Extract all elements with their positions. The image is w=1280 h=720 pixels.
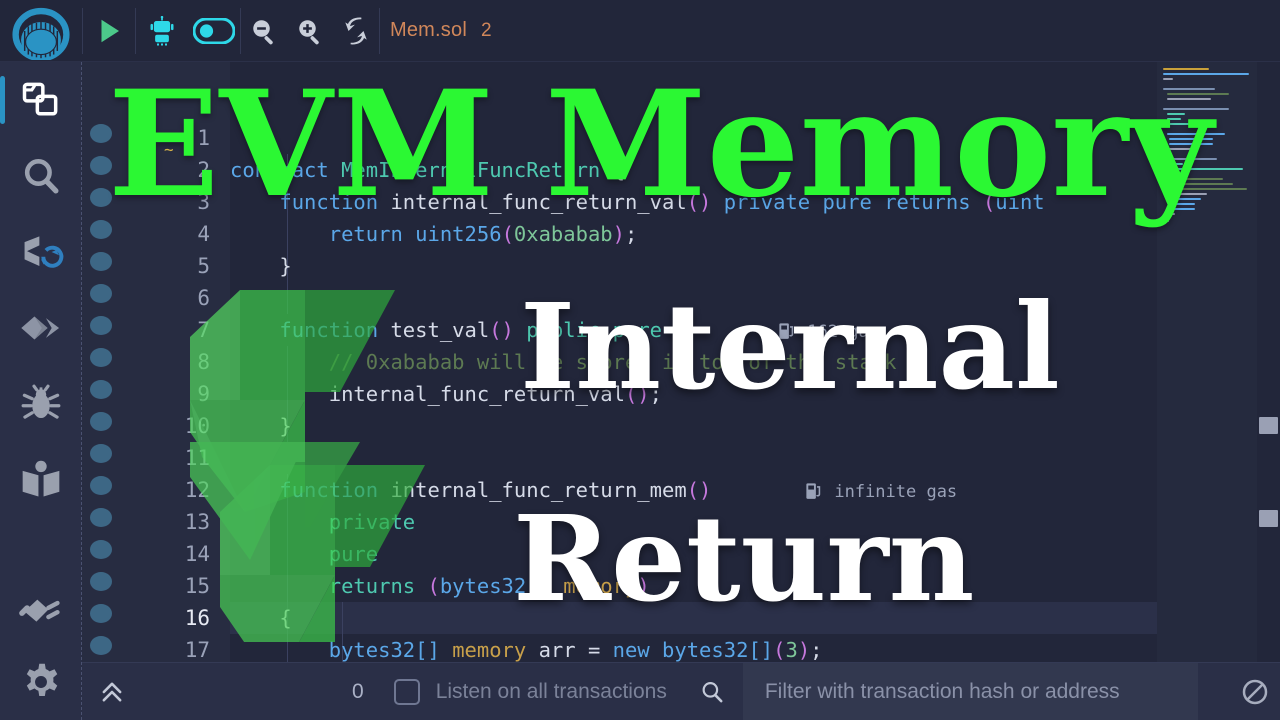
gas-estimate-badge: 162 gas (778, 314, 879, 346)
editor-scrollbar[interactable] (1257, 62, 1280, 662)
open-file-count: 2 (480, 19, 492, 41)
sidebar-item-documentation[interactable] (0, 442, 82, 518)
robot-icon[interactable] (136, 0, 188, 62)
remix-logo-icon[interactable] (0, 0, 82, 62)
code-line: function internal_func_return_val() priv… (279, 190, 1045, 214)
sidebar-item-deploy-run[interactable] (0, 290, 82, 366)
sidebar-item-file-explorer[interactable] (0, 62, 82, 138)
listen-all-transactions-checkbox[interactable] (393, 678, 420, 705)
editor-minimap[interactable] (1157, 62, 1257, 662)
code-line: { (279, 606, 292, 630)
transaction-filter-placeholder: Filter with transaction hash or address (764, 679, 1120, 703)
active-filename: Mem.sol (390, 19, 467, 41)
breakpoint-marker[interactable] (90, 540, 112, 559)
ai-group (136, 0, 240, 62)
remix-ide-window: Mem.sol 2 1 2 3 4 5 6 7 8 9 10 11 12 13 … (0, 0, 1280, 720)
sidebar-item-settings[interactable] (0, 644, 82, 720)
code-line: pure (328, 542, 379, 566)
breakpoint-marker[interactable] (90, 412, 112, 431)
code-line: private (328, 510, 416, 534)
scrollbar-marker[interactable] (1259, 417, 1278, 434)
sidebar-item-search[interactable] (0, 138, 82, 214)
breakpoint-marker[interactable] (90, 380, 112, 399)
search-icon[interactable] (699, 679, 725, 705)
run-group (83, 0, 135, 62)
deploy-icon (20, 316, 59, 340)
ban-clear-icon[interactable] (1230, 677, 1280, 707)
code-line: return uint256(0xababab); (328, 222, 638, 246)
code-line: // 0xababab will be stored in top of the… (328, 350, 897, 374)
breakpoint-marker[interactable] (90, 476, 112, 495)
breakpoint-marker[interactable] (90, 156, 112, 175)
breakpoint-marker[interactable] (90, 348, 112, 367)
breakpoint-marker[interactable] (90, 316, 112, 335)
listen-all-transactions-label: Listen on all transactions (435, 679, 667, 703)
breakpoint-marker[interactable] (90, 252, 112, 271)
left-icon-rail (0, 62, 82, 720)
breakpoint-marker[interactable] (90, 604, 112, 623)
files-icon (22, 82, 57, 116)
breakpoint-marker[interactable] (90, 220, 112, 239)
bug-icon (21, 384, 60, 419)
gas-estimate-badge: infinite gas (805, 474, 957, 506)
terminal-bottom-bar: 0 Listen on all transactions Filter with… (82, 662, 1280, 720)
chevron-up-icon[interactable] (82, 678, 142, 706)
breakpoint-marker[interactable] (90, 284, 112, 303)
code-line: function internal_func_return_mem() (279, 478, 712, 502)
gear-icon (26, 663, 57, 696)
code-text-area[interactable]: contract MemInternalFuncReturn { functio… (230, 62, 1240, 662)
sync-compile-icon[interactable] (333, 0, 379, 62)
zoom-out-icon[interactable] (241, 0, 287, 62)
book-icon (22, 460, 59, 497)
code-line: } (279, 414, 292, 438)
code-editor[interactable]: 1 2 3 4 5 6 7 8 9 10 11 12 13 14 15 16 1… (82, 62, 1280, 662)
sidebar-item-debugger[interactable] (0, 366, 82, 442)
gas-estimate-text: infinite gas (834, 482, 958, 502)
search-icon (24, 159, 58, 194)
sidebar-item-plugin-manager[interactable] (0, 568, 82, 644)
code-line: } (279, 254, 292, 278)
breakpoint-marker[interactable] (90, 188, 112, 207)
transaction-filter-input[interactable]: Filter with transaction hash or address (742, 662, 1198, 720)
breakpoint-marker[interactable] (90, 508, 112, 527)
breakpoint-gutter[interactable] (82, 62, 118, 662)
breakpoint-marker[interactable] (90, 124, 112, 143)
transaction-count: 0 (352, 679, 364, 703)
scrollbar-marker[interactable] (1259, 510, 1278, 527)
ai-toggle-switch[interactable] (188, 0, 240, 62)
breakpoint-marker[interactable] (90, 444, 112, 463)
code-line: contract MemInternalFuncReturn { (230, 158, 625, 182)
code-line: returns (bytes32[] memory) (328, 574, 650, 598)
play-run-icon[interactable] (83, 0, 135, 62)
top-toolbar: Mem.sol 2 (0, 0, 1280, 62)
sidebar-item-solidity-compiler[interactable] (0, 214, 82, 290)
code-line: function test_val() public pure { (279, 318, 687, 342)
code-line: internal_func_return_val(); (328, 382, 662, 406)
plug-icon (18, 599, 60, 622)
compiler-icon (24, 236, 63, 268)
gas-estimate-text: 162 gas (807, 322, 879, 342)
error-squiggle: ∼ (164, 140, 174, 159)
breakpoint-marker[interactable] (90, 572, 112, 591)
code-line: bytes32[] memory arr = new bytes32[](3); (328, 638, 823, 662)
zoom-group (241, 0, 379, 62)
active-file-tab[interactable]: Mem.sol 2 (380, 0, 492, 62)
breakpoint-marker[interactable] (90, 636, 112, 655)
zoom-in-icon[interactable] (287, 0, 333, 62)
